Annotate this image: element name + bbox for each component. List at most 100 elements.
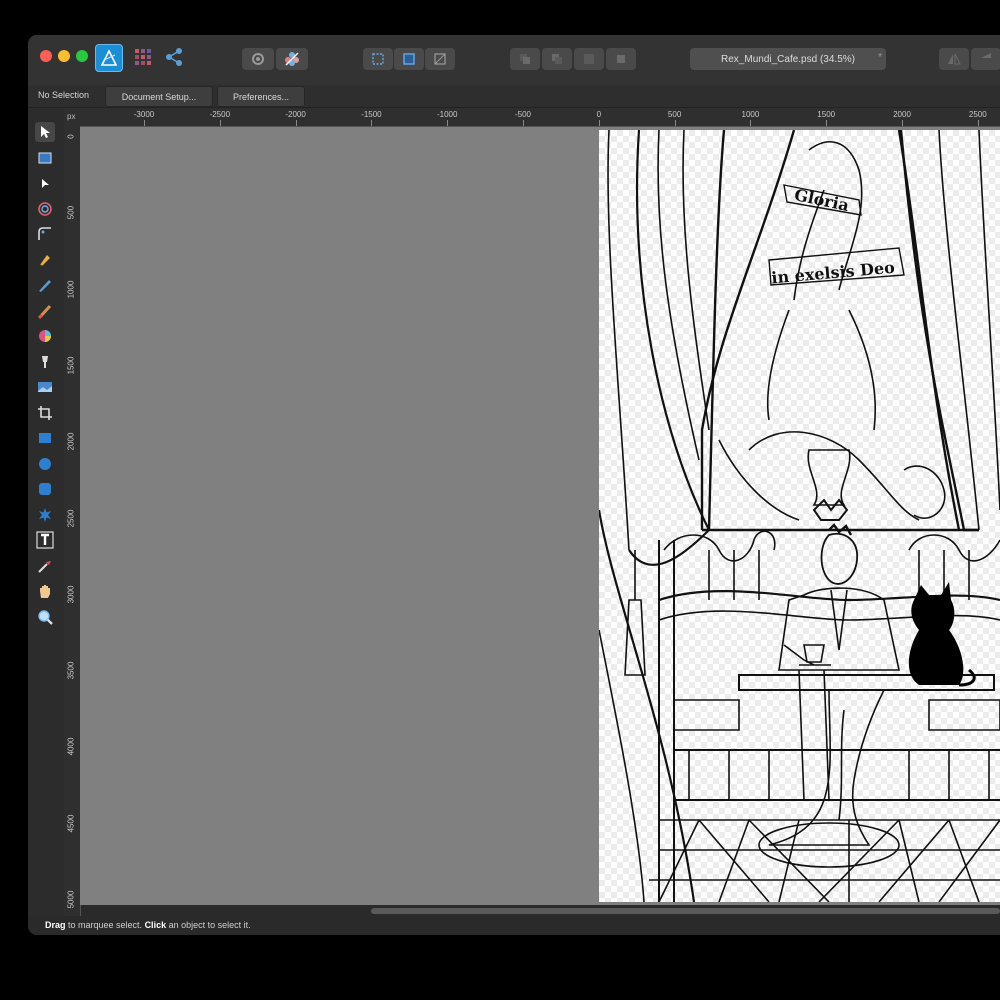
artboard-tool[interactable] — [35, 148, 55, 168]
banner-exelsis-text: in exelsis Deo — [771, 258, 896, 288]
ruler-top-tick — [826, 120, 828, 126]
black-cat — [908, 582, 964, 685]
fill-tool[interactable] — [35, 326, 55, 346]
app-window: Rex_Mundi_Cafe.psd (34.5%) * No Selectio… — [28, 35, 1000, 935]
ruler-left-label: 500 — [66, 206, 76, 220]
ruler-left-label: 2000 — [66, 432, 76, 451]
view-tool[interactable] — [35, 581, 55, 601]
color-picker-tool[interactable] — [35, 556, 55, 576]
artboard-tool-icon — [38, 152, 52, 164]
pen-tool[interactable] — [35, 250, 55, 270]
node-tool[interactable] — [35, 174, 55, 194]
pencil-tool[interactable] — [35, 275, 55, 295]
ellipse-tool-icon — [39, 458, 51, 470]
move-tool-icon — [41, 126, 50, 138]
ruler-top-label: -2000 — [285, 110, 306, 119]
flower-icon — [285, 52, 299, 66]
arrange-forward-button[interactable] — [574, 48, 604, 70]
rectangle-tool-icon — [39, 433, 51, 443]
transform-icon — [434, 53, 446, 65]
preferences-button[interactable]: Preferences... — [217, 86, 305, 107]
rounded-rectangle-tool[interactable] — [35, 479, 55, 499]
shape-tool[interactable] — [35, 505, 55, 525]
fill-tool-icon — [39, 330, 51, 342]
document-tab[interactable]: Rex_Mundi_Cafe.psd (34.5%) * — [690, 48, 886, 70]
flip-vertical-icon — [981, 53, 991, 58]
zoom-tool[interactable] — [35, 607, 55, 627]
export-persona-icon[interactable] — [164, 47, 184, 67]
vertical-ruler[interactable]: 0 500 1000 1500 2000 2500 3000 3500 4000 4500 5000 — [64, 126, 81, 916]
tools-panel — [28, 108, 64, 916]
vector-crop-tool[interactable] — [35, 403, 55, 423]
move-backward-icon — [552, 54, 562, 64]
ruler-left-label: 4500 — [66, 814, 76, 833]
ruler-top-tick — [219, 120, 221, 126]
status-bar: Drag to marquee select. Click an object … — [28, 916, 1000, 935]
rectangle-tool[interactable] — [35, 428, 55, 448]
ruler-top-tick — [523, 120, 524, 126]
ruler-top-tick — [977, 120, 979, 126]
transparency-tool[interactable] — [35, 352, 55, 372]
artboard[interactable]: Gloria in exelsis Deo — [599, 130, 1000, 902]
canvas-area[interactable]: Gloria in exelsis Deo — [80, 127, 1000, 905]
ruler-top-label: -1500 — [361, 110, 382, 119]
corner-tool-icon — [38, 227, 51, 240]
snapping-button[interactable] — [363, 48, 393, 70]
flip-horizontal-icon — [948, 53, 961, 65]
ruler-left-label: 0 — [66, 134, 76, 139]
ruler-top-label: -1000 — [436, 110, 458, 119]
ruler-left-label: 1000 — [66, 280, 76, 298]
place-image-tool[interactable] — [35, 377, 55, 397]
ruler-left-label: 5000 — [66, 890, 76, 909]
ruler-top-label: -3000 — [133, 110, 155, 119]
vector-crop-tool-icon — [38, 406, 52, 420]
corner-tool[interactable] — [35, 224, 55, 244]
banner-gloria-text: Gloria — [793, 185, 851, 215]
bounding-box-button[interactable] — [394, 48, 424, 70]
flip-horizontal-button[interactable] — [939, 48, 969, 70]
arrange-back-button[interactable] — [510, 48, 540, 70]
vector-brush-tool-icon — [37, 304, 52, 319]
ruler-top-tick — [144, 120, 145, 126]
horizontal-ruler[interactable]: -3000 -2500 -2000 -1500 -1000 -500 0 500 1000 150… — [80, 108, 1000, 127]
ruler-top-label: 1000 — [741, 110, 760, 119]
flower-assistant-button[interactable] — [276, 48, 308, 70]
ruler-left-label: 1500 — [66, 356, 76, 375]
title-bar: Rex_Mundi_Cafe.psd (34.5%) * — [28, 35, 1000, 85]
status-drag-keyword: Drag — [45, 920, 66, 930]
zoom-tool-icon — [38, 610, 53, 625]
move-tool[interactable] — [35, 122, 55, 142]
transparency-tool-icon — [42, 356, 48, 368]
document-setup-button[interactable]: Document Setup... — [105, 86, 213, 107]
arrange-backward-button[interactable] — [542, 48, 572, 70]
ruler-top-label: -2500 — [209, 110, 231, 119]
ellipse-tool[interactable] — [35, 454, 55, 474]
zoom-window-button[interactable] — [76, 50, 88, 62]
contour-tool[interactable] — [35, 199, 55, 219]
rounded-rectangle-tool-icon — [39, 483, 51, 495]
ruler-top-label: 500 — [667, 110, 682, 119]
ruler-top-tick — [371, 120, 373, 126]
move-forward-icon — [584, 54, 594, 64]
ruler-top-label: 2500 — [968, 110, 987, 119]
minimize-window-button[interactable] — [58, 50, 70, 62]
pixel-persona-icon[interactable] — [133, 47, 153, 67]
ruler-top-tick — [674, 120, 676, 126]
artistic-text-tool[interactable] — [35, 530, 55, 550]
flip-vertical-button[interactable] — [971, 48, 1000, 70]
arrange-front-button[interactable] — [606, 48, 636, 70]
ruler-top-label: 2000 — [893, 110, 911, 119]
contour-tool-icon — [38, 202, 52, 216]
status-click-keyword: Click — [144, 920, 167, 930]
bounding-box-icon — [403, 53, 415, 65]
transform-origin-button[interactable] — [425, 48, 455, 70]
ruler-top-tick — [902, 120, 903, 126]
assistant-settings-button[interactable] — [242, 48, 274, 70]
close-window-button[interactable] — [40, 50, 52, 62]
horizontal-scrollbar[interactable] — [371, 908, 1000, 914]
gear-icon — [252, 53, 264, 65]
designer-persona-icon[interactable] — [95, 44, 123, 72]
pencil-tool-icon — [39, 280, 51, 292]
vector-brush-tool[interactable] — [35, 301, 55, 321]
ruler-top-label: 1500 — [817, 110, 836, 119]
